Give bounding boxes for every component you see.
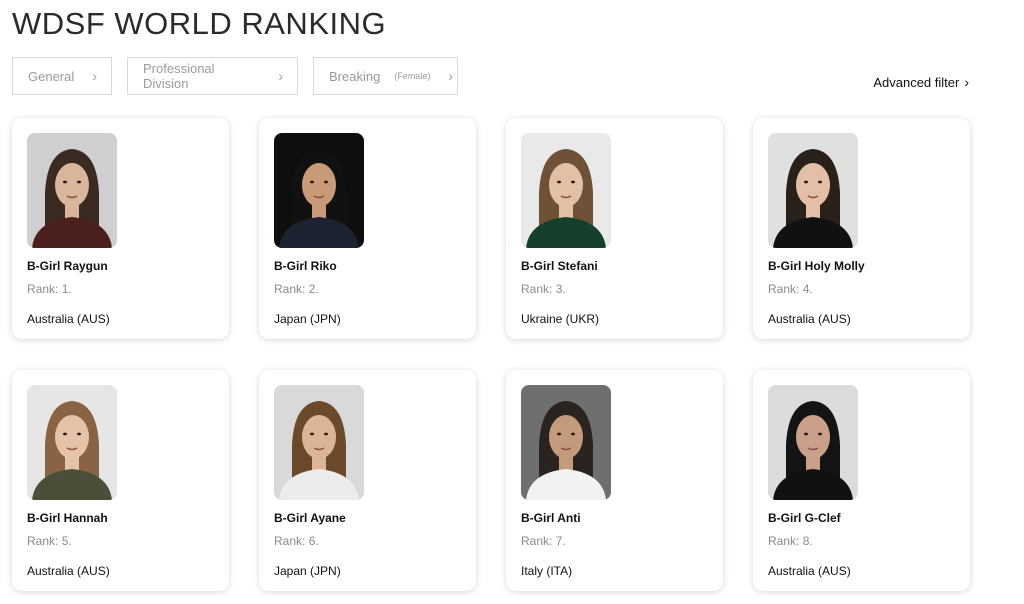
athlete-photo — [521, 385, 611, 500]
rank-label: Rank: — [27, 282, 59, 296]
rank-value: 3. — [555, 282, 566, 296]
rank-value: 4. — [802, 282, 813, 296]
athlete-country: Australia (AUS) — [768, 312, 851, 326]
rank-label: Rank: — [521, 282, 553, 296]
athlete-country: Australia (AUS) — [27, 564, 110, 578]
rank-label: Rank: — [768, 534, 800, 548]
rank-value: 1. — [61, 282, 72, 296]
athlete-card[interactable]: B-Girl Riko Rank: 2. Japan (JPN) — [259, 118, 476, 339]
filter-division-label: Professional Division — [143, 61, 215, 91]
advanced-filter-link[interactable]: Advanced filter › — [873, 74, 969, 90]
athlete-rank: Rank: 2. — [274, 282, 461, 296]
athlete-photo — [27, 385, 117, 500]
athlete-card[interactable]: B-Girl Raygun Rank: 1. Australia (AUS) — [12, 118, 229, 339]
rank-value: 8. — [802, 534, 813, 548]
filter-general[interactable]: General › — [12, 57, 112, 95]
athlete-country: Italy (ITA) — [521, 564, 573, 578]
portrait-image — [27, 133, 117, 248]
athlete-photo — [768, 385, 858, 500]
athlete-country: Japan (JPN) — [274, 312, 341, 326]
chevron-right-icon: › — [448, 68, 453, 84]
rank-value: 2. — [308, 282, 319, 296]
portrait-image — [768, 133, 858, 248]
athlete-card[interactable]: B-Girl G-Clef Rank: 8. Australia (AUS) — [753, 370, 970, 591]
portrait-image — [768, 385, 858, 500]
rank-value: 6. — [308, 534, 319, 548]
rank-value: 7. — [555, 534, 566, 548]
filter-style[interactable]: Breaking (Female) › — [313, 57, 458, 95]
athlete-name: B-Girl Raygun — [27, 259, 108, 273]
athlete-photo — [274, 133, 364, 248]
portrait-image — [27, 385, 117, 500]
rank-label: Rank: — [521, 534, 553, 548]
portrait-image — [521, 385, 611, 500]
page-title: WDSF WORLD RANKING — [12, 6, 387, 41]
filter-style-label: Breaking — [329, 68, 381, 84]
athlete-rank: Rank: 1. — [27, 282, 214, 296]
filter-division[interactable]: Professional Division › — [127, 57, 298, 95]
advanced-filter-label: Advanced filter — [873, 74, 960, 90]
athlete-rank: Rank: 7. — [521, 534, 708, 548]
athlete-name: B-Girl G-Clef — [768, 511, 841, 525]
portrait-image — [274, 133, 364, 248]
filter-bar: General › Professional Division › Breaki… — [12, 57, 458, 95]
chevron-right-icon: › — [278, 68, 283, 84]
portrait-image — [274, 385, 364, 500]
athlete-name: B-Girl Riko — [274, 259, 337, 273]
athlete-card[interactable]: B-Girl Ayane Rank: 6. Japan (JPN) — [259, 370, 476, 591]
athlete-name: B-Girl Hannah — [27, 511, 108, 525]
athlete-card[interactable]: B-Girl Hannah Rank: 5. Australia (AUS) — [12, 370, 229, 591]
rank-value: 5. — [61, 534, 72, 548]
chevron-right-icon: › — [964, 74, 969, 90]
chevron-right-icon: › — [92, 68, 97, 84]
athlete-photo — [521, 133, 611, 248]
athlete-card[interactable]: B-Girl Holy Molly Rank: 4. Australia (AU… — [753, 118, 970, 339]
rank-label: Rank: — [274, 282, 306, 296]
athlete-rank: Rank: 3. — [521, 282, 708, 296]
athlete-rank: Rank: 5. — [27, 534, 214, 548]
athlete-photo — [768, 133, 858, 248]
rank-label: Rank: — [768, 282, 800, 296]
athlete-photo — [27, 133, 117, 248]
athlete-grid: B-Girl Raygun Rank: 1. Australia (AUS) B… — [12, 118, 970, 591]
athlete-rank: Rank: 4. — [768, 282, 955, 296]
athlete-country: Japan (JPN) — [274, 564, 341, 578]
athlete-country: Ukraine (UKR) — [521, 312, 600, 326]
athlete-country: Australia (AUS) — [27, 312, 110, 326]
athlete-card[interactable]: B-Girl Anti Rank: 7. Italy (ITA) — [506, 370, 723, 591]
athlete-name: B-Girl Ayane — [274, 511, 346, 525]
athlete-name: B-Girl Holy Molly — [768, 259, 865, 273]
athlete-card[interactable]: B-Girl Stefani Rank: 3. Ukraine (UKR) — [506, 118, 723, 339]
athlete-name: B-Girl Stefani — [521, 259, 598, 273]
athlete-rank: Rank: 6. — [274, 534, 461, 548]
rank-label: Rank: — [27, 534, 59, 548]
rank-label: Rank: — [274, 534, 306, 548]
athlete-rank: Rank: 8. — [768, 534, 955, 548]
filter-style-sub: (Female) — [394, 71, 431, 81]
athlete-country: Australia (AUS) — [768, 564, 851, 578]
portrait-image — [521, 133, 611, 248]
athlete-name: B-Girl Anti — [521, 511, 581, 525]
athlete-photo — [274, 385, 364, 500]
filter-general-label: General — [28, 68, 75, 84]
